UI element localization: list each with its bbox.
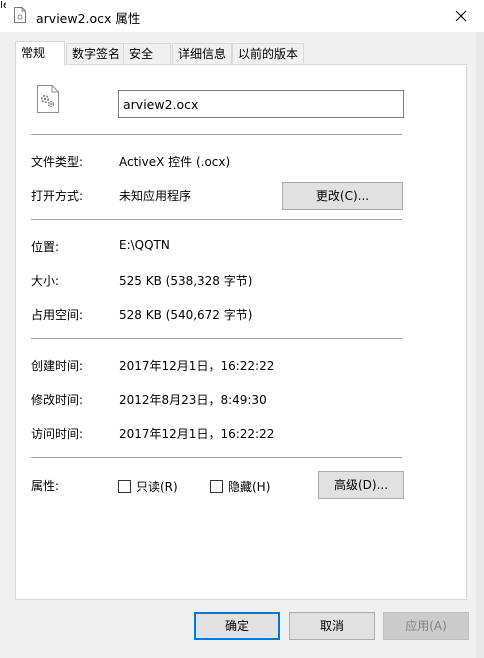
file-type-value: ActiveX 控件 (.ocx) xyxy=(119,155,231,169)
size-value: 525 KB (538,328 字节) xyxy=(119,274,253,288)
properties-dialog: Ie arview2.ocx 属性 常规 数字签名 安全 详细信息 以前的版本 xyxy=(0,0,484,658)
modified-value: 2012年8月23日，8:49:30 xyxy=(119,393,267,407)
tab-security[interactable]: 安全 xyxy=(123,43,171,64)
change-button[interactable]: 更改(C)... xyxy=(282,182,403,210)
advanced-button[interactable]: 高级(D)... xyxy=(318,471,404,499)
location-value: E:\QQTN xyxy=(119,238,170,252)
tab-strip: 常规 数字签名 安全 详细信息 以前的版本 xyxy=(15,41,415,66)
attributes-label: 属性: xyxy=(31,479,60,493)
background-window-edge: Ie xyxy=(0,0,6,24)
separator xyxy=(31,338,402,339)
size-on-disk-label: 占用空间: xyxy=(31,308,84,322)
hidden-checkbox-label: 隐藏(H) xyxy=(228,480,271,494)
tab-details[interactable]: 详细信息 xyxy=(172,43,232,64)
created-label: 创建时间: xyxy=(31,359,84,373)
accessed-label: 访问时间: xyxy=(31,427,84,441)
separator xyxy=(31,457,402,458)
tab-digital-signatures[interactable]: 数字签名 xyxy=(66,43,124,64)
cancel-button[interactable]: 取消 xyxy=(289,612,375,640)
tab-previous-versions[interactable]: 以前的版本 xyxy=(232,43,304,64)
readonly-checkbox-box[interactable] xyxy=(118,480,131,493)
window-title: arview2.ocx 属性 xyxy=(36,11,141,26)
created-value: 2017年12月1日，16:22:22 xyxy=(119,359,275,373)
opens-with-value: 未知应用程序 xyxy=(119,189,192,203)
readonly-checkbox[interactable]: 只读(R) xyxy=(118,478,178,495)
close-button[interactable] xyxy=(446,2,476,30)
title-bar[interactable]: Ie arview2.ocx 属性 xyxy=(0,0,484,32)
opens-with-label: 打开方式: xyxy=(31,189,84,203)
general-panel: 文件类型: ActiveX 控件 (.ocx) 打开方式: 未知应用程序 更改(… xyxy=(15,64,467,600)
hidden-checkbox[interactable]: 隐藏(H) xyxy=(210,478,270,495)
ok-button[interactable]: 确定 xyxy=(194,612,280,640)
hidden-checkbox-box[interactable] xyxy=(210,480,223,493)
document-icon xyxy=(14,7,26,23)
separator xyxy=(31,134,402,135)
size-label: 大小: xyxy=(31,274,60,288)
file-name-input[interactable] xyxy=(118,90,404,118)
modified-label: 修改时间: xyxy=(31,393,84,407)
accessed-value: 2017年12月1日，16:22:22 xyxy=(119,427,275,441)
size-on-disk-value: 528 KB (540,672 字节) xyxy=(119,308,253,322)
readonly-checkbox-label: 只读(R) xyxy=(136,480,178,494)
apply-button[interactable]: 应用(A) xyxy=(383,612,469,640)
tab-general[interactable]: 常规 xyxy=(15,41,65,66)
close-icon xyxy=(455,10,467,22)
background-window-edge-right xyxy=(476,32,484,658)
settings-file-icon xyxy=(37,85,59,113)
file-type-label: 文件类型: xyxy=(31,155,84,169)
separator xyxy=(31,219,402,220)
location-label: 位置: xyxy=(31,240,60,254)
